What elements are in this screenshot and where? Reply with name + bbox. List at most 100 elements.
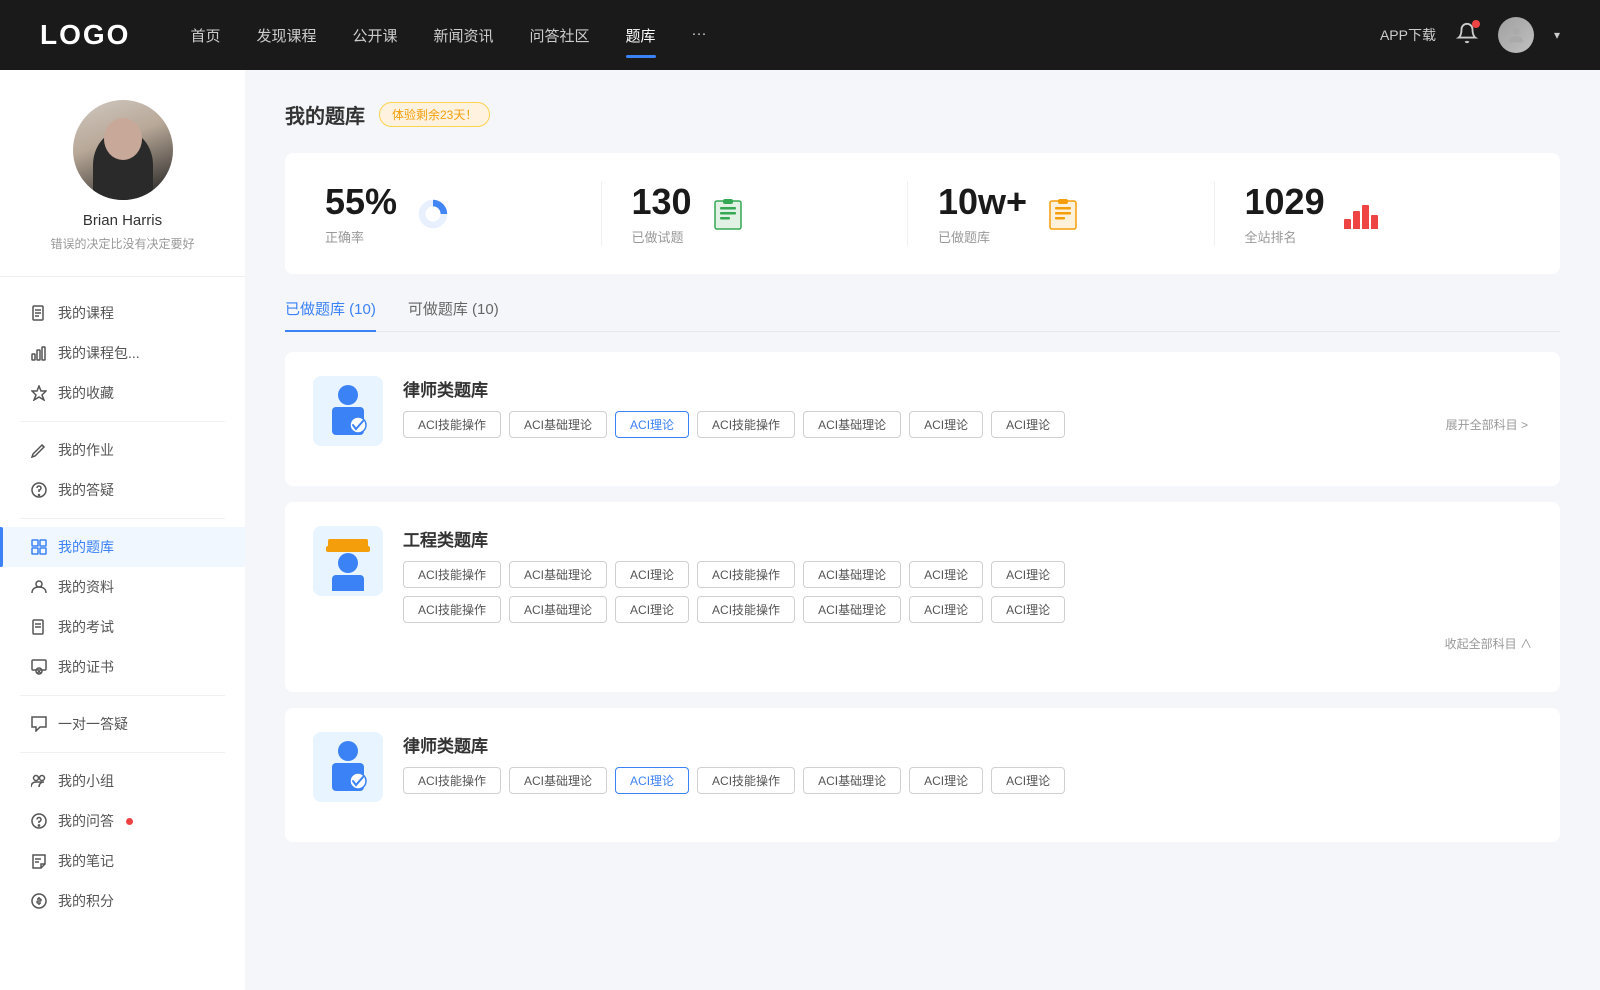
engineer-bank-icon-1 — [313, 526, 383, 596]
lawyer-svg-icon — [322, 381, 374, 441]
sidebar-item-12[interactable]: 我的笔记 — [0, 841, 245, 881]
star-icon — [30, 384, 48, 402]
done-questions-icon — [708, 194, 748, 234]
sidebar-item-13[interactable]: 我的积分 — [0, 881, 245, 921]
menu-item-label-10: 我的小组 — [58, 771, 114, 791]
tag-0-3[interactable]: ACI技能操作 — [697, 411, 795, 438]
tag-1-4[interactable]: ACI基础理论 — [803, 561, 901, 588]
nav-link-问答社区[interactable]: 问答社区 — [530, 21, 590, 50]
sidebar-item-9[interactable]: 一对一答疑 — [0, 704, 245, 744]
question-icon — [30, 481, 48, 499]
sidebar-item-8[interactable]: 我的证书 — [0, 647, 245, 687]
tag-1-0[interactable]: ACI技能操作 — [403, 561, 501, 588]
nav-link-题库[interactable]: 题库 — [626, 21, 656, 50]
tag-0-2[interactable]: ACI理论 — [615, 411, 689, 438]
tag-2-5[interactable]: ACI理论 — [909, 767, 983, 794]
note-icon — [1046, 197, 1080, 231]
user-menu-chevron[interactable]: ▾ — [1554, 28, 1560, 42]
user-avatar[interactable] — [1498, 17, 1534, 53]
sidebar-item-3[interactable]: 我的作业 — [0, 430, 245, 470]
avatar-image — [73, 100, 173, 200]
nav-link-首页[interactable]: 首页 — [190, 21, 220, 50]
page-header: 我的题库 体验剩余23天！ — [285, 100, 1560, 129]
nav-logo[interactable]: LOGO — [40, 19, 130, 51]
tag-r2-1-5[interactable]: ACI理论 — [909, 596, 983, 623]
done-banks-icon — [1043, 194, 1083, 234]
collapse-link-1[interactable]: 收起全部科目 ∧ — [1445, 635, 1532, 652]
tag-r2-1-1[interactable]: ACI基础理论 — [509, 596, 607, 623]
tag-1-1[interactable]: ACI基础理论 — [509, 561, 607, 588]
tag-2-2[interactable]: ACI理论 — [615, 767, 689, 794]
menu-item-label-5: 我的题库 — [58, 537, 114, 557]
tabs: 已做题库 (10) 可做题库 (10) — [285, 298, 1560, 332]
tag-1-2[interactable]: ACI理论 — [615, 561, 689, 588]
sidebar-profile: Brian Harris 错误的决定比没有决定要好 — [0, 100, 245, 277]
nav-link-公开课[interactable]: 公开课 — [352, 21, 397, 50]
menu-item-label-11: 我的问答 — [58, 811, 114, 831]
nav-link-新闻资讯[interactable]: 新闻资讯 — [434, 21, 494, 50]
tag-0-4[interactable]: ACI基础理论 — [803, 411, 901, 438]
tag-2-0[interactable]: ACI技能操作 — [403, 767, 501, 794]
nav-right: APP下载 ▾ — [1380, 17, 1560, 53]
tag-0-1[interactable]: ACI基础理论 — [509, 411, 607, 438]
bar-chart-icon — [1344, 199, 1378, 229]
bar-icon — [30, 344, 48, 362]
tag-1-5[interactable]: ACI理论 — [909, 561, 983, 588]
tag-0-5[interactable]: ACI理论 — [909, 411, 983, 438]
menu-item-label-0: 我的课程 — [58, 303, 114, 323]
sidebar-item-7[interactable]: 我的考试 — [0, 607, 245, 647]
stat-done-number: 130 — [632, 181, 692, 223]
menu-item-label-4: 我的答疑 — [58, 480, 114, 500]
qbank-section-0: 律师类题库 ACI技能操作 ACI基础理论 ACI理论 ACI技能操作 ACI基础理论 AC… — [285, 352, 1560, 486]
sidebar-item-0[interactable]: 我的课程 — [0, 293, 245, 333]
tag-2-3[interactable]: ACI技能操作 — [697, 767, 795, 794]
menu-item-label-6: 我的资料 — [58, 577, 114, 597]
expand-link-0[interactable]: 展开全部科目 > — [1446, 416, 1532, 433]
menu-badge-11 — [126, 818, 133, 825]
tag-r2-1-3[interactable]: ACI技能操作 — [697, 596, 795, 623]
sidebar-menu: 我的课程我的课程包...我的收藏我的作业我的答疑我的题库我的资料我的考试我的证书… — [0, 277, 245, 937]
sidebar-item-1[interactable]: 我的课程包... — [0, 333, 245, 373]
lawyer-svg-icon — [322, 737, 374, 797]
tag-r2-1-2[interactable]: ACI理论 — [615, 596, 689, 623]
tag-r2-1-6[interactable]: ACI理论 — [991, 596, 1065, 623]
sidebar-item-11[interactable]: 我的问答 — [0, 801, 245, 841]
accuracy-icon — [413, 194, 453, 234]
tag-0-0[interactable]: ACI技能操作 — [403, 411, 501, 438]
notification-bell[interactable] — [1456, 22, 1478, 49]
sidebar-item-6[interactable]: 我的资料 — [0, 567, 245, 607]
stat-banks-label: 已做题库 — [938, 227, 1027, 246]
menu-item-label-13: 我的积分 — [58, 891, 114, 911]
tag-1-6[interactable]: ACI理论 — [991, 561, 1065, 588]
stat-done-questions: 130 已做试题 — [602, 181, 909, 246]
tag-r2-1-4[interactable]: ACI基础理论 — [803, 596, 901, 623]
tab-available[interactable]: 可做题库 (10) — [408, 298, 499, 331]
app-download-link[interactable]: APP下载 — [1380, 25, 1436, 45]
sidebar-item-5[interactable]: 我的题库 — [0, 527, 245, 567]
tab-done[interactable]: 已做题库 (10) — [285, 298, 376, 331]
nav-link-···[interactable]: ··· — [692, 21, 707, 50]
tag-2-6[interactable]: ACI理论 — [991, 767, 1065, 794]
points-icon — [30, 892, 48, 910]
sidebar-item-4[interactable]: 我的答疑 — [0, 470, 245, 510]
stat-ranking: 1029 全站排名 — [1215, 181, 1521, 246]
trial-badge: 体验剩余23天！ — [379, 102, 490, 127]
sidebar-item-10[interactable]: 我的小组 — [0, 761, 245, 801]
nav-link-发现课程[interactable]: 发现课程 — [256, 21, 316, 50]
nav-links: 首页 发现课程 公开课 新闻资讯 问答社区 题库 ··· — [190, 21, 1380, 50]
tag-0-6[interactable]: ACI理论 — [991, 411, 1065, 438]
menu-item-label-8: 我的证书 — [58, 657, 114, 677]
main-layout: Brian Harris 错误的决定比没有决定要好 我的课程我的课程包...我的… — [0, 70, 1600, 990]
stats-card: 55% 正确率 130 已做试题 — [285, 153, 1560, 274]
menu-divider-9 — [20, 752, 225, 753]
tag-2-4[interactable]: ACI基础理论 — [803, 767, 901, 794]
grid-icon — [30, 538, 48, 556]
qbank-title-0: 律师类题库 — [403, 376, 1532, 401]
edit-icon — [30, 441, 48, 459]
file2-icon — [30, 618, 48, 636]
tag-2-1[interactable]: ACI基础理论 — [509, 767, 607, 794]
tag-1-3[interactable]: ACI技能操作 — [697, 561, 795, 588]
group-icon — [30, 772, 48, 790]
tag-r2-1-0[interactable]: ACI技能操作 — [403, 596, 501, 623]
sidebar-item-2[interactable]: 我的收藏 — [0, 373, 245, 413]
